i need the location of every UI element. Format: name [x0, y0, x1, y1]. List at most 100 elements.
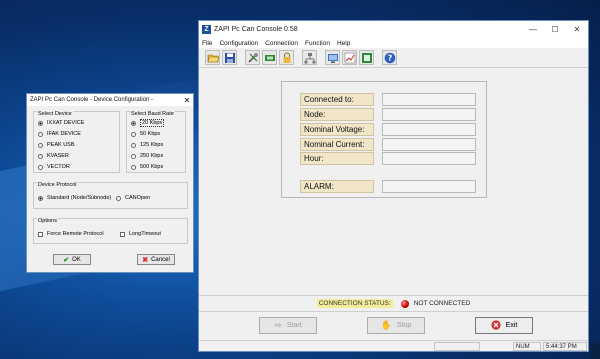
menu-help[interactable]: Help [337, 40, 350, 47]
long-timeout-checkbox[interactable]: LongTimeout [120, 230, 161, 238]
monitor-icon[interactable] [325, 50, 340, 65]
clock-display: 5:44:37 PM [543, 342, 587, 351]
checkbox-label: LongTimeout [129, 231, 161, 237]
baud-option-50[interactable]: 50 Kbps [131, 130, 160, 138]
device-option-vector[interactable]: VECTOR [38, 163, 70, 171]
protocol-option-standard[interactable]: Standard (Node/Subnode) [38, 194, 111, 202]
nominal-current-value [382, 138, 476, 151]
ok-button[interactable]: ✔ OK [53, 254, 91, 265]
info-row-current: Nominal Current: [300, 138, 476, 151]
taskbar-edge [590, 343, 600, 359]
save-icon[interactable] [222, 50, 237, 65]
info-row-voltage: Nominal Voltage: [300, 123, 476, 136]
menu-function[interactable]: Function [305, 40, 330, 47]
device-option-kvaser[interactable]: KVASER [38, 152, 69, 160]
radio-icon [131, 164, 136, 170]
help-icon[interactable]: ? [382, 50, 397, 65]
ok-label: OK [72, 256, 81, 263]
hour-value [382, 152, 476, 165]
num-lock-indicator: NUM [513, 342, 541, 351]
dialog-close-button[interactable]: ✕ [181, 96, 193, 105]
tools-icon[interactable] [245, 50, 260, 65]
device-option-label: IFAK DEVICE [47, 131, 81, 137]
maximize-button[interactable]: ☐ [544, 21, 566, 38]
alarm-value [382, 180, 476, 193]
device-protocol-label: Device Protocol [37, 182, 78, 188]
status-bar: NUM 5:44:37 PM [199, 340, 588, 351]
dialog-titlebar[interactable]: ZAPI Pc Can Console - Device Configurati… [27, 94, 193, 106]
radio-icon [131, 131, 136, 137]
device-option-ifak[interactable]: IFAK DEVICE [38, 130, 81, 138]
window-title: ZAPI Pc Can Console 0.58 [214, 26, 298, 33]
baud-option-250[interactable]: 250 Kbps [131, 152, 163, 160]
start-icon: ⇨ [274, 320, 282, 330]
dialog-title: ZAPI Pc Can Console - Device Configurati… [30, 97, 154, 103]
connected-to-value [382, 93, 476, 106]
select-baud-label: Select Baud Rate [130, 111, 175, 117]
status-cell-empty [434, 342, 480, 351]
radio-icon [131, 153, 136, 159]
cancel-label: Cancel [151, 256, 170, 263]
options-group: Options Force Remote Protocol LongTimeou… [33, 218, 188, 244]
device-option-label: KVASER [47, 153, 69, 159]
checkbox-label: Force Remote Protocol [47, 231, 104, 237]
stop-button[interactable]: ✋ Stop [367, 317, 425, 334]
node-value [382, 108, 476, 121]
stop-hand-icon: ✋ [380, 320, 392, 330]
radio-icon [38, 131, 43, 137]
network-icon[interactable] [302, 50, 317, 65]
protocol-option-label: Standard (Node/Subnode) [47, 195, 112, 201]
nominal-voltage-value [382, 123, 476, 136]
svg-text:?: ? [387, 53, 392, 62]
main-titlebar[interactable]: Z ZAPI Pc Can Console 0.58 — ☐ ✕ [199, 21, 588, 38]
device-option-label: VECTOR [47, 164, 70, 170]
toolbar: ? [199, 48, 588, 68]
info-row-node: Node: [300, 108, 476, 121]
baud-option-label: 20 Kbps [140, 119, 165, 127]
baud-option-500[interactable]: 500 Kbps [131, 163, 163, 171]
baud-option-label: 125 Kbps [140, 142, 164, 148]
connection-status-label: CONNECTION STATUS: [316, 299, 393, 308]
radio-icon [38, 153, 43, 159]
alarm-label: ALARM: [300, 180, 374, 193]
exit-button[interactable]: Exit [475, 317, 533, 334]
radio-icon [38, 164, 43, 170]
close-button[interactable]: ✕ [566, 21, 588, 38]
force-remote-protocol-checkbox[interactable]: Force Remote Protocol [38, 230, 104, 238]
status-led-icon [400, 299, 409, 308]
info-row-connected: Connected to: [300, 93, 476, 106]
device-option-label: PEAK USB [47, 142, 75, 148]
open-icon[interactable] [205, 50, 220, 65]
checkbox-icon [120, 231, 125, 237]
lock-icon[interactable] [279, 50, 294, 65]
hour-label: Hour: [300, 152, 374, 165]
protocol-option-canopen[interactable]: CANOpen [116, 194, 150, 202]
protocol-option-label: CANOpen [125, 195, 151, 201]
radio-icon [131, 142, 136, 148]
nominal-voltage-label: Nominal Voltage: [300, 123, 374, 136]
exit-label: Exit [505, 322, 518, 329]
device-configuration-dialog: ZAPI Pc Can Console - Device Configurati… [26, 93, 194, 273]
baud-option-125[interactable]: 125 Kbps [131, 141, 163, 149]
menu-file[interactable]: File [202, 40, 212, 47]
baud-option-20[interactable]: 20 Kbps [131, 119, 165, 127]
app-icon: Z [202, 25, 211, 34]
device-option-ixxat[interactable]: IXXAT DEVICE [38, 119, 84, 127]
menu-configuration[interactable]: Configuration [219, 40, 258, 47]
export-icon[interactable] [359, 50, 374, 65]
radio-selected-icon [38, 120, 43, 126]
node-label: Node: [300, 108, 374, 121]
cancel-button[interactable]: ✖ Cancel [137, 254, 175, 265]
select-device-group: Select Device IXXAT DEVICE IFAK DEVICE P… [33, 111, 120, 173]
minimize-button[interactable]: — [522, 21, 544, 38]
baud-option-label: 50 Kbps [140, 131, 161, 137]
chip-icon[interactable] [262, 50, 277, 65]
info-row-hour: Hour: [300, 152, 476, 165]
chart-icon[interactable] [342, 50, 357, 65]
options-label: Options [37, 218, 58, 224]
menu-connection[interactable]: Connection [265, 40, 298, 47]
select-device-label: Select Device [37, 111, 73, 117]
device-option-peak[interactable]: PEAK USB [38, 141, 75, 149]
checkmark-icon: ✔ [63, 256, 70, 264]
start-button[interactable]: ⇨ Start [259, 317, 317, 334]
